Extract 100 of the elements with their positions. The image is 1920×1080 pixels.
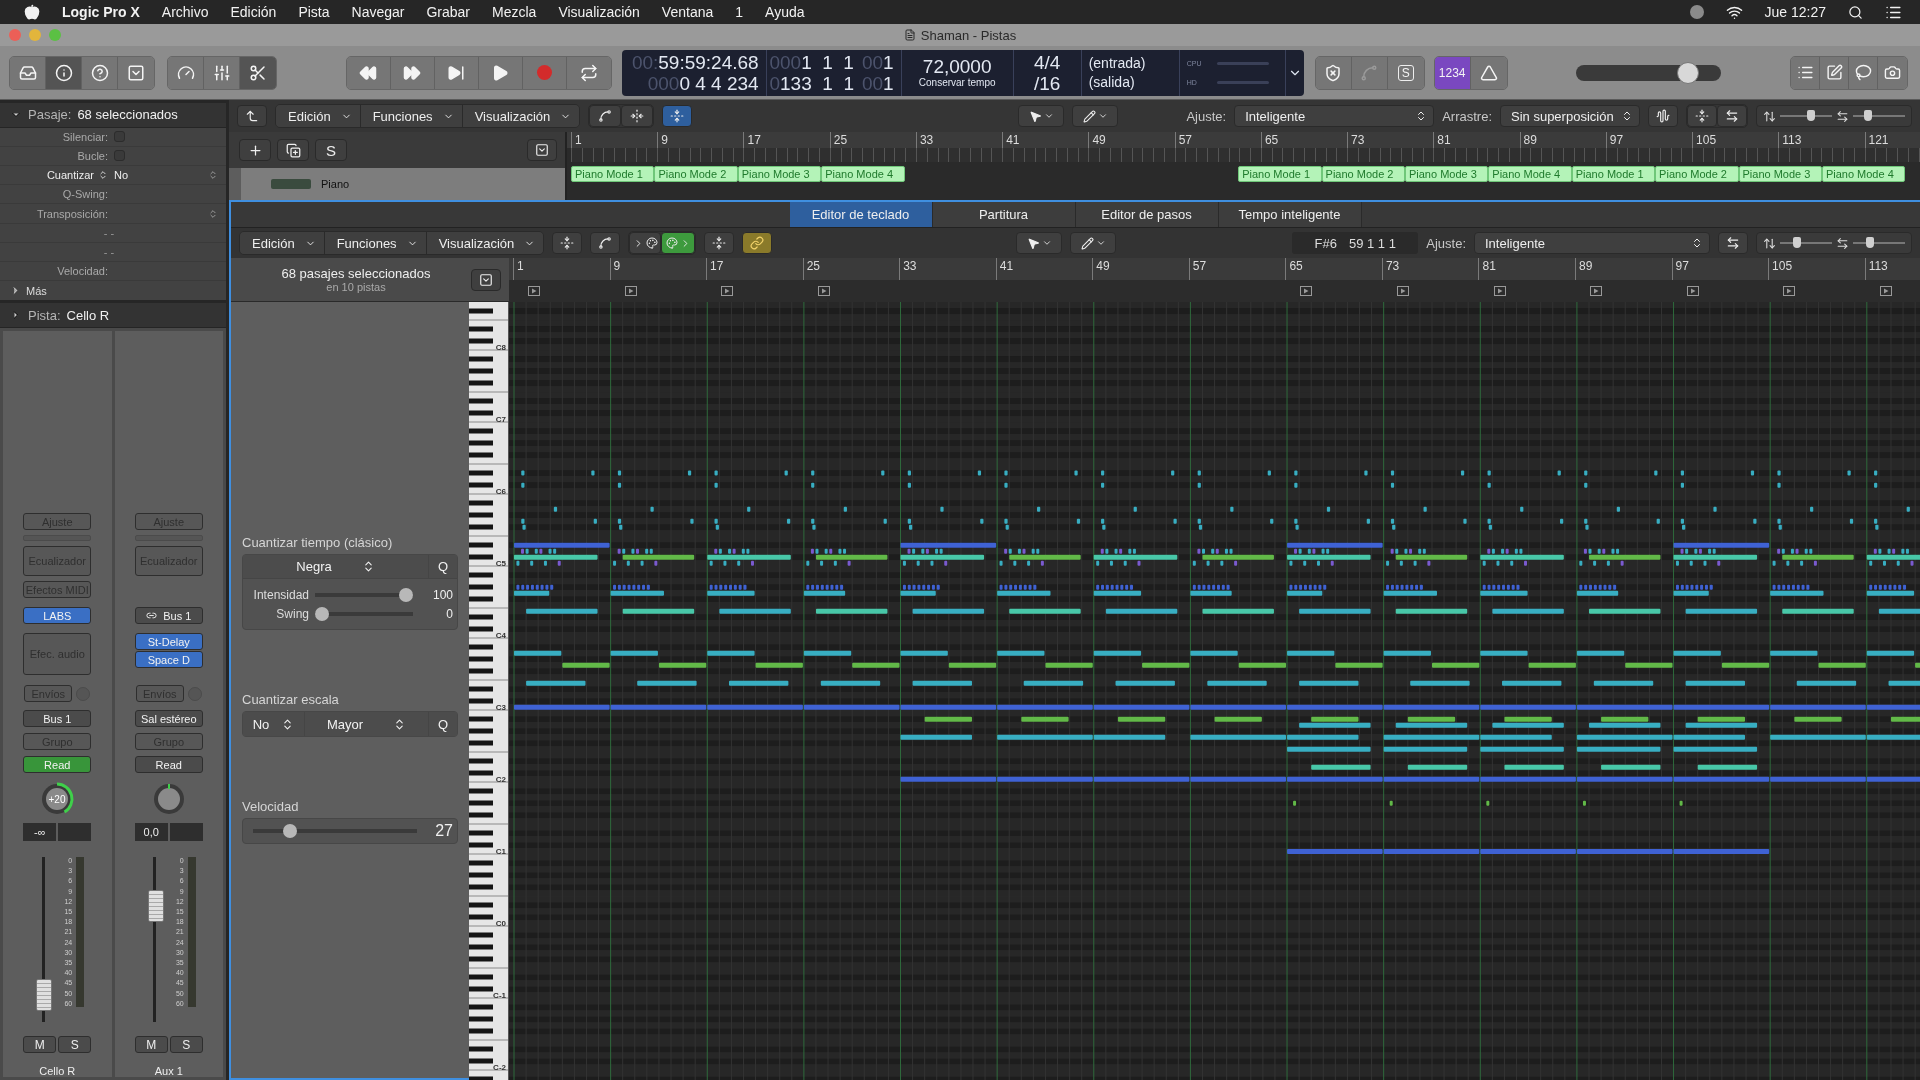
scale-select[interactable]: Mayor <box>305 712 429 736</box>
menu-item[interactable]: Pista <box>298 4 330 20</box>
parameter-label: Silenciar: <box>62 130 108 143</box>
more-toggle[interactable]: Más <box>0 281 226 301</box>
editor-tab[interactable]: Editor de teclado <box>789 202 933 227</box>
midi-region[interactable]: Piano Mode 4 <box>1821 166 1906 182</box>
octave-label: C-1 <box>493 990 506 1000</box>
audio-effect-slot[interactable]: Space D <box>134 651 203 669</box>
input-slot[interactable]: Bus 1 <box>134 607 203 625</box>
octave-label: C6 <box>495 486 506 496</box>
midi-region[interactable]: Piano Mode 2 <box>1321 166 1405 182</box>
selection-detail: en 10 pistas <box>326 281 386 293</box>
menu-button[interactable]: Funciones <box>324 232 427 254</box>
output-slot[interactable]: Bus 1 <box>23 710 92 728</box>
quantize-value-select[interactable]: Negra <box>243 555 429 578</box>
region-inspector-header[interactable]: Pasaje: 68 seleccionados <box>0 100 226 128</box>
octave-label: C0 <box>495 918 506 928</box>
mode-button[interactable]: S <box>1387 56 1424 89</box>
parameter-label: Bucle: <box>77 149 108 162</box>
menu-item[interactable]: Visualización <box>558 4 640 20</box>
midi-region[interactable]: Piano Mode 3 <box>1738 166 1822 182</box>
snap-label: Ajuste: <box>1186 108 1227 124</box>
solo-button[interactable]: S <box>58 1036 92 1054</box>
track-inspector-header[interactable]: Pista: Cello R <box>0 300 226 329</box>
menu-item[interactable]: Grabar <box>426 4 471 20</box>
channel-name: Aux 1 <box>154 1065 183 1078</box>
midi-region[interactable]: Piano Mode 4 <box>1488 166 1572 182</box>
track-value: Cello R <box>66 307 110 323</box>
track-label: Pista: <box>28 307 61 323</box>
menu-item[interactable]: 1 <box>735 4 744 20</box>
tempo-value: 72,0000 <box>922 56 992 77</box>
drag-label: Arrastre: <box>1442 108 1492 124</box>
menu-item[interactable]: Mezcla <box>492 4 537 20</box>
input-label: (entrada) <box>1088 53 1146 73</box>
selection-summary: 68 pasajes seleccionados <box>281 266 431 281</box>
menu-button[interactable]: Visualización <box>462 105 580 127</box>
midi-region[interactable]: Piano Mode 1 <box>1238 166 1322 182</box>
output-label: (salida) <box>1088 72 1135 92</box>
midi-region[interactable]: Piano Mode 1 <box>1571 166 1656 182</box>
octave-label: C8 <box>495 342 506 352</box>
parameter-label: Transposición: <box>36 207 108 220</box>
quantize-button[interactable]: Q <box>429 555 457 578</box>
octave-label: C1 <box>495 846 506 856</box>
midi-region[interactable]: Piano Mode 1 <box>571 166 655 182</box>
slider-value: 0 <box>446 606 453 621</box>
division: /16 <box>1033 72 1061 94</box>
midi-region[interactable]: Piano Mode 4 <box>821 166 905 182</box>
quantize-select[interactable]: No <box>114 169 218 182</box>
editor-tab[interactable]: Editor de pasos <box>1075 202 1219 227</box>
time-readout: 0000 4 4 234 <box>647 72 759 94</box>
clock[interactable]: Jue 12:27 <box>1764 4 1826 20</box>
section-title: Velocidad <box>242 799 300 814</box>
midi-region[interactable]: Piano Mode 3 <box>737 166 822 182</box>
root-select[interactable]: No <box>243 712 305 736</box>
quantize-button[interactable]: Q <box>429 712 457 736</box>
octave-label: C2 <box>495 774 506 784</box>
instrument-slot[interactable]: LABS <box>23 607 92 625</box>
parameter-label: Q-Swing: <box>62 188 108 201</box>
output-slot[interactable]: Sal estéreo <box>134 710 203 728</box>
parameter-value: - - <box>103 245 115 258</box>
menu-button[interactable]: Funciones <box>360 105 463 127</box>
section-title: Cuantizar escala <box>242 692 340 707</box>
app-menu[interactable]: Logic Pro X <box>62 4 140 20</box>
editor-tab[interactable]: Tempo inteligente <box>1218 202 1362 227</box>
menu-button[interactable]: Edición <box>240 232 325 254</box>
parameter-label: Velocidad: <box>57 265 108 278</box>
solo-button[interactable]: S <box>169 1036 203 1054</box>
section-title: Cuantizar tiempo (clásico) <box>242 535 394 550</box>
drag-select[interactable]: Sin superposición <box>1500 105 1640 127</box>
pitch-readout: F#6 <box>1314 235 1337 251</box>
snap-select[interactable]: Inteligente <box>1234 105 1435 127</box>
solo-button[interactable]: S <box>315 139 347 161</box>
menu-button[interactable]: Visualización <box>426 232 544 254</box>
menu-item[interactable]: Ventana <box>661 4 714 20</box>
menu-item[interactable]: Edición <box>230 4 277 20</box>
midi-region[interactable]: Piano Mode 2 <box>654 166 738 182</box>
audio-effect-slot[interactable]: St-Delay <box>134 633 203 651</box>
mute-button[interactable]: M <box>23 1036 57 1054</box>
mute-button[interactable]: M <box>134 1036 168 1054</box>
slider-label: Swing <box>276 606 309 621</box>
slider-label: Intensidad <box>253 587 309 602</box>
time-signature: 4/4 <box>1033 51 1061 73</box>
snap-label: Ajuste: <box>1426 235 1466 251</box>
midi-region[interactable]: Piano Mode 3 <box>1404 166 1489 182</box>
locator-readout: 0133 1 1 001 <box>769 72 894 94</box>
position-readout: 59 1 1 1 <box>1348 235 1396 251</box>
menu-item[interactable]: Archivo <box>161 4 209 20</box>
region-label: Pasaje: <box>28 107 72 123</box>
menu-item[interactable]: Ayuda <box>765 4 805 20</box>
snap-select[interactable]: Inteligente <box>1474 232 1710 254</box>
tempo-mode: Conservar tempo <box>918 77 996 89</box>
count-in-button[interactable]: 1234 <box>1434 56 1471 89</box>
menu-item[interactable]: Navegar <box>351 4 405 20</box>
volume-readout: -∞ <box>23 823 57 842</box>
editor-tab[interactable]: Partitura <box>932 202 1076 227</box>
midi-region[interactable]: Piano Mode 2 <box>1655 166 1739 182</box>
menu-button[interactable]: Edición <box>276 105 361 127</box>
volume-readout: 0,0 <box>134 823 168 842</box>
parameter-value: - - <box>103 226 115 239</box>
automation-mode-button[interactable]: Read <box>134 756 203 774</box>
